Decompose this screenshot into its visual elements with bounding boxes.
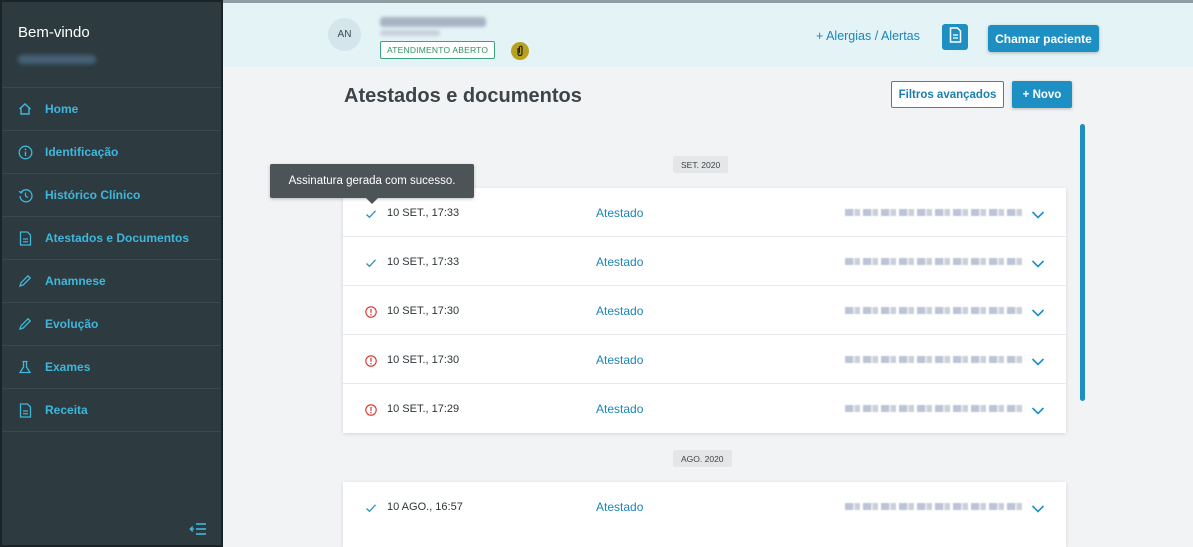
info-icon	[17, 144, 33, 160]
sidebar-item-label: Anamnese	[45, 274, 106, 288]
new-document-button[interactable]: + Novo	[1012, 81, 1072, 108]
sidebar-item-label: Home	[45, 102, 79, 116]
document-info-blurred	[845, 356, 1025, 363]
welcome-text: Bem-vindo	[18, 24, 90, 41]
chevron-down-icon[interactable]	[1031, 207, 1045, 219]
patient-info-blurred	[380, 30, 440, 36]
document-info-blurred	[845, 209, 1025, 216]
sidebar-header: Bem-vindo	[2, 2, 221, 88]
sidebar-item-label: Histórico Clínico	[45, 188, 141, 202]
document-type[interactable]: Atestado	[596, 206, 643, 220]
call-patient-button[interactable]: Chamar paciente	[988, 25, 1099, 52]
document-icon	[17, 402, 33, 418]
document-datetime: 10 SET., 17:33	[387, 256, 460, 268]
avatar: AN	[328, 18, 361, 51]
document-row[interactable]: 10 SET., 17:30 Atestado	[343, 286, 1066, 335]
document-info-blurred	[845, 405, 1025, 412]
document-datetime: 10 SET., 17:30	[387, 305, 460, 317]
chevron-down-icon[interactable]	[1031, 403, 1045, 415]
patient-name-blurred	[380, 17, 486, 27]
check-icon	[365, 207, 377, 219]
document-row[interactable]: 10 AGO., 16:57 Atestado	[343, 482, 1066, 531]
month-header: SET. 2020	[673, 156, 729, 173]
advanced-filters-button[interactable]: Filtros avançados	[891, 81, 1004, 108]
sidebar-item-historico-clinico[interactable]: Histórico Clínico	[2, 174, 221, 217]
scrollbar[interactable]	[1080, 124, 1085, 401]
page-title: Atestados e documentos	[344, 85, 582, 107]
document-icon	[949, 26, 962, 48]
patient-header: AN ATENDIMENTO ABERTO + Alergias / Alert…	[223, 0, 1193, 67]
document-button[interactable]	[942, 24, 968, 50]
sidebar-item-anamnese[interactable]: Anamnese	[2, 260, 221, 303]
pencil-icon	[17, 316, 33, 332]
sidebar-item-home[interactable]: Home	[2, 88, 221, 131]
error-icon	[365, 354, 377, 367]
home-icon	[17, 101, 33, 117]
history-icon	[17, 187, 33, 203]
user-name-blurred	[18, 55, 96, 64]
document-row[interactable]: 10 SET., 17:30 Atestado	[343, 335, 1066, 384]
document-datetime: 10 SET., 17:29	[387, 403, 460, 415]
allergies-alerts-link[interactable]: + Alergias / Alertas	[816, 29, 920, 43]
sidebar-item-evolucao[interactable]: Evolução	[2, 303, 221, 346]
sidebar-item-label: Exames	[45, 360, 91, 374]
documents-card: 10 SET., 17:33 Atestado 10 SET., 17:33 A…	[343, 188, 1066, 433]
document-info-blurred	[845, 258, 1025, 265]
chevron-down-icon[interactable]	[1031, 305, 1045, 317]
document-type[interactable]: Atestado	[596, 402, 643, 416]
flask-icon	[17, 359, 33, 375]
status-badge: ATENDIMENTO ABERTO	[380, 41, 496, 59]
check-icon	[365, 501, 377, 513]
sidebar-item-atestados-documentos[interactable]: Atestados e Documentos	[2, 217, 221, 260]
document-type[interactable]: Atestado	[596, 304, 643, 318]
document-row[interactable]: 10 SET., 17:29 Atestado	[343, 384, 1066, 433]
chevron-down-icon[interactable]	[1031, 354, 1045, 366]
error-icon	[365, 403, 377, 416]
sidebar-item-label: Receita	[45, 403, 88, 417]
document-datetime: 10 SET., 17:33	[387, 207, 460, 219]
document-type[interactable]: Atestado	[596, 255, 643, 269]
pencil-icon	[17, 273, 33, 289]
sidebar-item-identificacao[interactable]: Identificação	[2, 131, 221, 174]
sidebar-item-label: Identificação	[45, 145, 119, 159]
sidebar-item-label: Atestados e Documentos	[45, 231, 190, 245]
success-tooltip: Assinatura gerada com sucesso.	[270, 164, 474, 204]
document-datetime: 10 AGO., 16:57	[387, 501, 463, 513]
error-icon	[365, 305, 377, 318]
sidebar-item-label: Evolução	[45, 317, 99, 331]
month-header: AGO. 2020	[673, 450, 732, 467]
chevron-down-icon[interactable]	[1031, 256, 1045, 268]
sidebar: Bem-vindo Home Identificação Histórico C…	[0, 0, 223, 547]
collapse-menu-icon[interactable]	[189, 522, 207, 536]
document-info-blurred	[845, 503, 1025, 510]
paperclip-icon[interactable]	[511, 42, 529, 60]
sidebar-item-exames[interactable]: Exames	[2, 346, 221, 389]
documents-card: 10 AGO., 16:57 Atestado	[343, 482, 1066, 547]
sidebar-item-receita[interactable]: Receita	[2, 389, 221, 432]
document-type[interactable]: Atestado	[596, 500, 643, 514]
document-info-blurred	[845, 307, 1025, 314]
document-icon	[17, 230, 33, 246]
check-icon	[365, 256, 377, 268]
document-row[interactable]: 10 SET., 17:33 Atestado	[343, 237, 1066, 286]
chevron-down-icon[interactable]	[1031, 501, 1045, 513]
document-type[interactable]: Atestado	[596, 353, 643, 367]
document-datetime: 10 SET., 17:30	[387, 354, 460, 366]
